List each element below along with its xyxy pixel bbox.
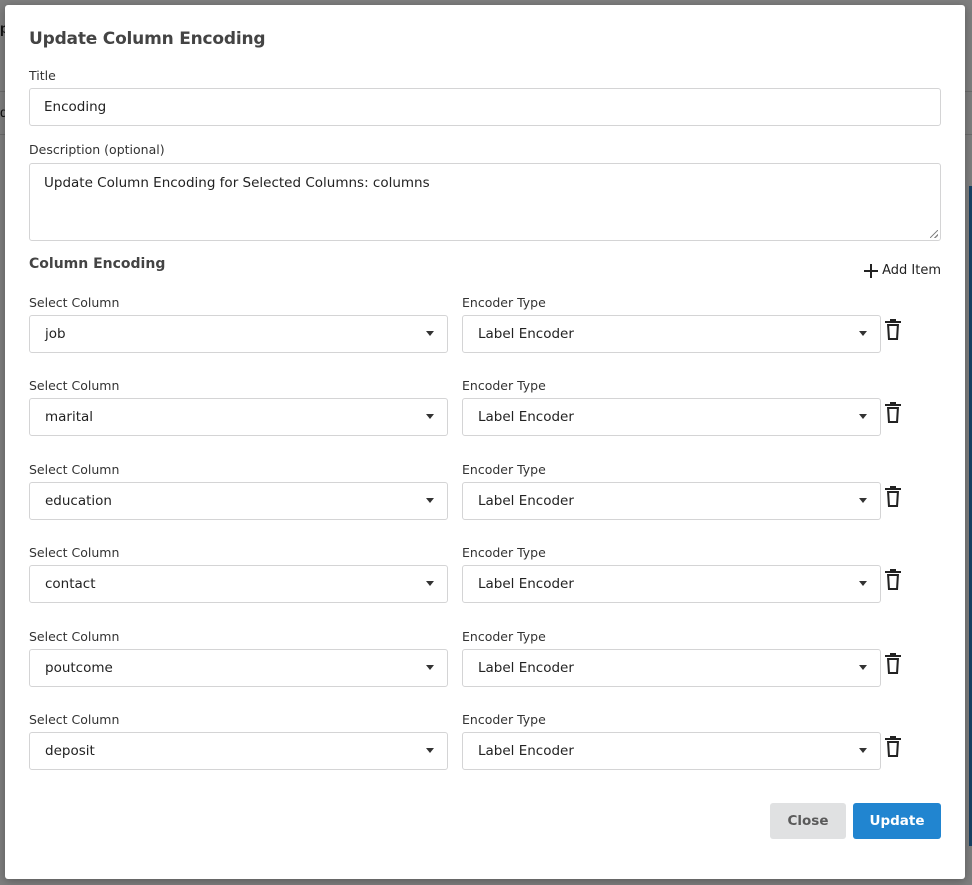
caret-down-icon — [426, 665, 434, 670]
encoding-row: Select Column marital Encoder Type Label… — [29, 378, 941, 448]
close-button[interactable]: Close — [770, 803, 846, 839]
encoder-type-label: Encoder Type — [462, 712, 546, 727]
encoder-type-label: Encoder Type — [462, 629, 546, 644]
select-column-dropdown[interactable]: deposit — [29, 732, 448, 770]
caret-down-icon — [859, 665, 867, 670]
encoder-type-value: Label Encoder — [478, 493, 574, 509]
caret-down-icon — [859, 414, 867, 419]
encoder-type-value: Label Encoder — [478, 326, 574, 342]
select-column-dropdown[interactable]: job — [29, 315, 448, 353]
update-column-encoding-modal: Update Column Encoding Title Encoding De… — [5, 5, 965, 879]
select-column-value: deposit — [45, 743, 95, 759]
description-field-label: Description (optional) — [29, 142, 165, 157]
caret-down-icon — [426, 414, 434, 419]
description-textarea[interactable]: Update Column Encoding for Selected Colu… — [29, 163, 941, 241]
encoder-type-value: Label Encoder — [478, 660, 574, 676]
encoding-row: Select Column poutcome Encoder Type Labe… — [29, 629, 941, 699]
encoder-type-dropdown[interactable]: Label Encoder — [462, 315, 881, 353]
select-column-label: Select Column — [29, 295, 120, 310]
encoding-row: Select Column contact Encoder Type Label… — [29, 545, 941, 615]
caret-down-icon — [426, 748, 434, 753]
trash-icon[interactable] — [885, 653, 901, 675]
encoder-type-dropdown[interactable]: Label Encoder — [462, 398, 881, 436]
select-column-dropdown[interactable]: poutcome — [29, 649, 448, 687]
title-field-label: Title — [29, 68, 56, 83]
encoding-row: Select Column education Encoder Type Lab… — [29, 462, 941, 532]
trash-icon[interactable] — [885, 736, 901, 758]
caret-down-icon — [426, 331, 434, 336]
trash-icon[interactable] — [885, 402, 901, 424]
title-input[interactable]: Encoding — [29, 88, 941, 126]
plus-icon — [864, 263, 879, 278]
encoder-type-label: Encoder Type — [462, 295, 546, 310]
select-column-dropdown[interactable]: education — [29, 482, 448, 520]
trash-icon[interactable] — [885, 319, 901, 341]
trash-icon[interactable] — [885, 486, 901, 508]
caret-down-icon — [859, 581, 867, 586]
caret-down-icon — [426, 581, 434, 586]
select-column-label: Select Column — [29, 378, 120, 393]
update-button[interactable]: Update — [853, 803, 941, 839]
encoder-type-dropdown[interactable]: Label Encoder — [462, 732, 881, 770]
select-column-dropdown[interactable]: marital — [29, 398, 448, 436]
encoder-type-value: Label Encoder — [478, 409, 574, 425]
select-column-value: job — [45, 326, 66, 342]
modal-title: Update Column Encoding — [29, 29, 266, 49]
encoding-row: Select Column deposit Encoder Type Label… — [29, 712, 941, 782]
trash-icon[interactable] — [885, 569, 901, 591]
encoder-type-dropdown[interactable]: Label Encoder — [462, 649, 881, 687]
select-column-value: poutcome — [45, 660, 113, 676]
select-column-value: marital — [45, 409, 94, 425]
column-encoding-heading: Column Encoding — [29, 256, 166, 272]
select-column-label: Select Column — [29, 629, 120, 644]
encoder-type-label: Encoder Type — [462, 462, 546, 477]
caret-down-icon — [859, 331, 867, 336]
select-column-label: Select Column — [29, 712, 120, 727]
select-column-label: Select Column — [29, 545, 120, 560]
select-column-value: education — [45, 493, 112, 509]
caret-down-icon — [859, 748, 867, 753]
select-column-dropdown[interactable]: contact — [29, 565, 448, 603]
encoder-type-value: Label Encoder — [478, 576, 574, 592]
caret-down-icon — [426, 498, 434, 503]
select-column-value: contact — [45, 576, 96, 592]
encoder-type-label: Encoder Type — [462, 545, 546, 560]
encoder-type-dropdown[interactable]: Label Encoder — [462, 565, 881, 603]
caret-down-icon — [859, 498, 867, 503]
encoder-type-label: Encoder Type — [462, 378, 546, 393]
add-item-label: Add Item — [882, 263, 941, 278]
add-item-button[interactable]: Add Item — [864, 263, 941, 278]
encoding-row: Select Column job Encoder Type Label Enc… — [29, 295, 941, 365]
resize-handle-icon[interactable] — [930, 230, 938, 238]
description-text: Update Column Encoding for Selected Colu… — [44, 175, 430, 191]
select-column-label: Select Column — [29, 462, 120, 477]
encoder-type-value: Label Encoder — [478, 743, 574, 759]
encoder-type-dropdown[interactable]: Label Encoder — [462, 482, 881, 520]
